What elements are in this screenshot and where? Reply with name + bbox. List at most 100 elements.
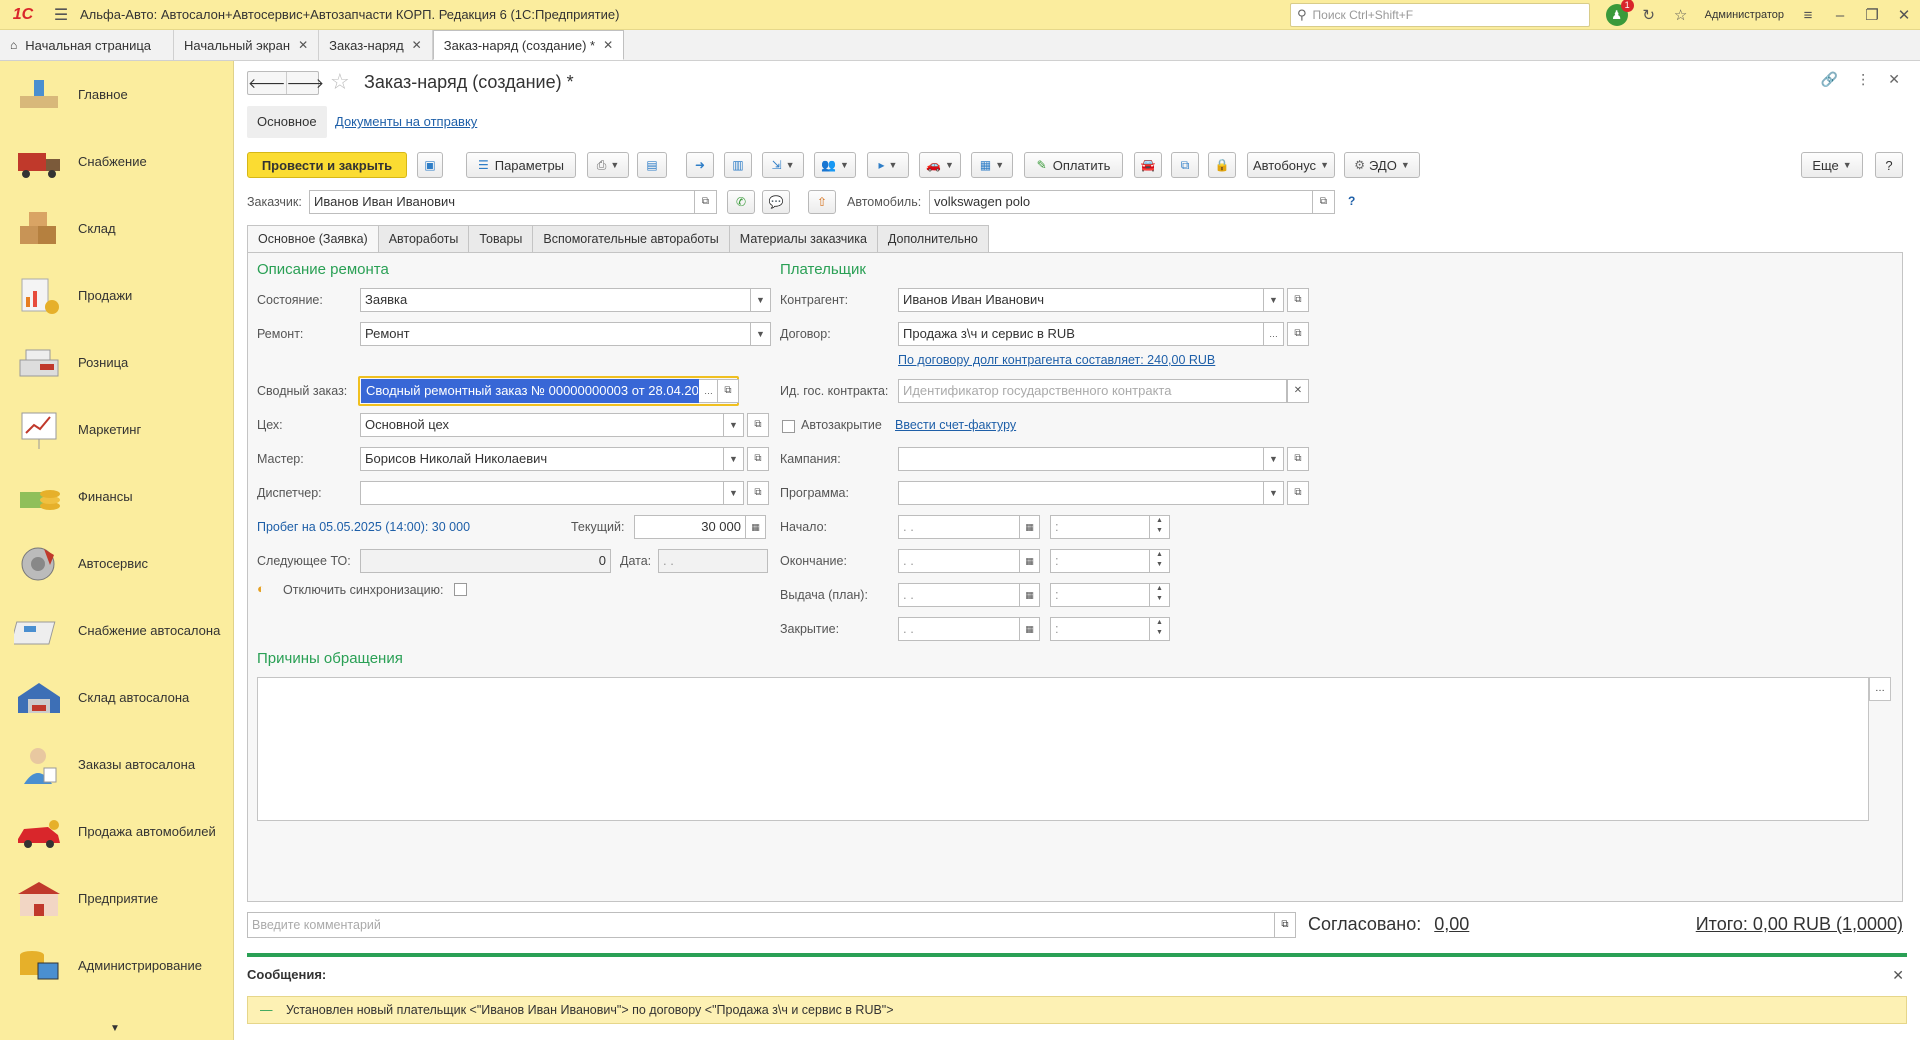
tab-aux-autoworks[interactable]: Вспомогательные автоработы bbox=[533, 225, 730, 253]
program-dropdown[interactable]: ▼ bbox=[1264, 481, 1284, 505]
sidebar-item-administration[interactable]: Администрирование bbox=[0, 932, 233, 999]
post-button[interactable]: ➜ bbox=[686, 152, 714, 178]
sidebar-item-dealer-orders[interactable]: Заказы автосалона bbox=[0, 731, 233, 798]
tab-autoworks[interactable]: Автоработы bbox=[378, 225, 470, 253]
customer-open-button[interactable]: ⧉ bbox=[695, 190, 717, 214]
sidebar-item-finance[interactable]: Финансы bbox=[0, 463, 233, 530]
lock-button[interactable]: 🔒 bbox=[1208, 152, 1236, 178]
program-open-button[interactable]: ⧉ bbox=[1287, 481, 1309, 505]
tab-main-request[interactable]: Основное (Заявка) bbox=[247, 225, 379, 253]
sidebar-item-autoservice[interactable]: Автосервис bbox=[0, 530, 233, 597]
settings-menu-icon[interactable]: ≡ bbox=[1792, 7, 1824, 24]
sidebar-item-main[interactable]: Главное bbox=[0, 61, 233, 128]
tab-close-icon[interactable]: ✕ bbox=[298, 38, 308, 52]
reasons-expand-button[interactable]: … bbox=[1869, 677, 1891, 701]
tab-start-screen[interactable]: Начальный экран ✕ bbox=[174, 30, 320, 60]
campaign-dropdown[interactable]: ▼ bbox=[1264, 447, 1284, 471]
contract-debt-link[interactable]: По договору долг контрагента составляет:… bbox=[898, 353, 1215, 367]
autobonus-button[interactable]: Автобонус ▼ bbox=[1247, 152, 1335, 178]
dispatcher-dropdown[interactable]: ▼ bbox=[724, 481, 744, 505]
sidebar-item-sales[interactable]: Продажи bbox=[0, 262, 233, 329]
sidebar-item-retail[interactable]: Розница bbox=[0, 329, 233, 396]
save-button[interactable]: ▣ bbox=[417, 152, 443, 178]
contract-field[interactable]: Продажа з\ч и сервис в RUB bbox=[898, 322, 1264, 346]
gov-contract-clear-button[interactable]: ✕ bbox=[1287, 379, 1309, 403]
autoclose-checkbox[interactable] bbox=[782, 420, 795, 433]
sidebar-item-dealer-supply[interactable]: Снабжение автосалона bbox=[0, 597, 233, 664]
tab-goods[interactable]: Товары bbox=[469, 225, 534, 253]
restore-icon[interactable]: ❐ bbox=[1856, 6, 1888, 24]
car-field[interactable]: volkswagen polo bbox=[929, 190, 1313, 214]
counterparty-dropdown[interactable]: ▼ bbox=[1264, 288, 1284, 312]
gov-contract-field[interactable]: Идентификатор государственного контракта bbox=[898, 379, 1287, 403]
back-arrow-icon[interactable]: 🡐 bbox=[248, 72, 287, 94]
car-help-link[interactable]: ? bbox=[1348, 194, 1355, 208]
tab-close-icon[interactable]: ✕ bbox=[412, 38, 422, 52]
mileage-link[interactable]: Пробег на 05.05.2025 (14:00): 30 000 bbox=[257, 520, 470, 534]
end-time-spinner[interactable]: ▲ ▼ bbox=[1150, 549, 1170, 573]
copy-button[interactable]: ⧉ bbox=[1171, 152, 1199, 178]
current-mileage-field[interactable]: 30 000 bbox=[634, 515, 746, 539]
favorites-star-icon[interactable]: ☆ bbox=[1665, 6, 1697, 24]
user-name[interactable]: Администратор bbox=[1705, 9, 1784, 21]
parameters-button[interactable]: ☰ Параметры bbox=[466, 152, 576, 178]
end-time-field[interactable]: : bbox=[1050, 549, 1150, 573]
master-open-button[interactable]: ⧉ bbox=[747, 447, 769, 471]
create-based-on-button[interactable]: ⇲ ▼ bbox=[762, 152, 804, 178]
shop-dropdown[interactable]: ▼ bbox=[724, 413, 744, 437]
history-icon[interactable]: ↻ bbox=[1633, 6, 1665, 24]
issue-time-field[interactable]: : bbox=[1050, 583, 1150, 607]
end-calendar-icon[interactable]: ▦ bbox=[1020, 549, 1040, 573]
contract-open-button[interactable]: ⧉ bbox=[1287, 322, 1309, 346]
car-open-button[interactable]: ⧉ bbox=[1313, 190, 1335, 214]
campaign-field[interactable] bbox=[898, 447, 1264, 471]
sidebar-item-dealer-warehouse[interactable]: Склад автосалона bbox=[0, 664, 233, 731]
customer-field[interactable]: Иванов Иван Иванович bbox=[309, 190, 695, 214]
shop-open-button[interactable]: ⧉ bbox=[747, 413, 769, 437]
upload-button[interactable]: ⇧ bbox=[808, 190, 836, 214]
notifications-icon[interactable]: ♟ 1 bbox=[1605, 0, 1634, 26]
reasons-textarea[interactable] bbox=[257, 677, 1869, 821]
sidebar-item-marketing[interactable]: Маркетинг bbox=[0, 396, 233, 463]
documents-button[interactable]: ▦ ▼ bbox=[971, 152, 1013, 178]
repair-type-field[interactable]: Ремонт bbox=[360, 322, 751, 346]
closing-calendar-icon[interactable]: ▦ bbox=[1020, 617, 1040, 641]
agreed-value[interactable]: 0,00 bbox=[1434, 914, 1469, 934]
closing-date-field[interactable]: . . bbox=[898, 617, 1020, 641]
sidebar-item-enterprise[interactable]: Предприятие bbox=[0, 865, 233, 932]
post-and-close-button[interactable]: Провести и закрыть bbox=[247, 152, 407, 178]
start-time-field[interactable]: : bbox=[1050, 515, 1150, 539]
issue-date-field[interactable]: . . bbox=[898, 583, 1020, 607]
close-form-icon[interactable]: ✕ bbox=[1888, 71, 1900, 88]
commands-button[interactable]: ▸ ▼ bbox=[867, 152, 909, 178]
tab-additional[interactable]: Дополнительно bbox=[877, 225, 989, 253]
total-value[interactable]: Итого: 0,00 RUB (1,0000) bbox=[1696, 914, 1903, 934]
global-search-input[interactable]: ⚲ Поиск Ctrl+Shift+F bbox=[1290, 3, 1590, 27]
tab-customer-materials[interactable]: Материалы заказчика bbox=[729, 225, 878, 253]
enter-invoice-link[interactable]: Ввести счет-фактуру bbox=[895, 418, 1016, 432]
comment-open-button[interactable]: ⧉ bbox=[1274, 912, 1296, 938]
summary-order-select-button[interactable]: … bbox=[699, 379, 719, 403]
calculator-button[interactable]: ▦ bbox=[746, 515, 766, 539]
start-date-field[interactable]: . . bbox=[898, 515, 1020, 539]
start-time-spinner[interactable]: ▲ ▼ bbox=[1150, 515, 1170, 539]
summary-order-field[interactable]: Сводный ремонтный заказ № 00000000003 от… bbox=[361, 379, 699, 403]
message-button[interactable]: 💬 bbox=[762, 190, 790, 214]
pay-button[interactable]: ✎ Оплатить bbox=[1024, 152, 1123, 178]
car-actions-button[interactable]: 🚗 ▼ bbox=[919, 152, 961, 178]
sidebar-item-car-sales[interactable]: Продажа автомобилей bbox=[0, 798, 233, 865]
menu-icon[interactable]: ☰ bbox=[46, 5, 76, 25]
master-field[interactable]: Борисов Николай Николаевич bbox=[360, 447, 724, 471]
repair-type-dropdown[interactable]: ▼ bbox=[751, 322, 771, 346]
contract-select-button[interactable]: … bbox=[1264, 322, 1284, 346]
counterparty-field[interactable]: Иванов Иван Иванович bbox=[898, 288, 1264, 312]
more-vertical-icon[interactable]: ⋮ bbox=[1856, 71, 1870, 88]
sidebar-item-warehouse[interactable]: Склад bbox=[0, 195, 233, 262]
end-date-field[interactable]: . . bbox=[898, 549, 1020, 573]
tab-main[interactable]: Основное bbox=[247, 106, 327, 138]
closing-time-spinner[interactable]: ▲ ▼ bbox=[1150, 617, 1170, 641]
sidebar-scroll-down-icon[interactable]: ▼ bbox=[110, 1023, 120, 1034]
car-card-button[interactable]: 🚘 bbox=[1134, 152, 1162, 178]
edo-button[interactable]: ⚙ ЭДО ▼ bbox=[1344, 152, 1420, 178]
tab-documents-to-send[interactable]: Документы на отправку bbox=[335, 114, 477, 129]
